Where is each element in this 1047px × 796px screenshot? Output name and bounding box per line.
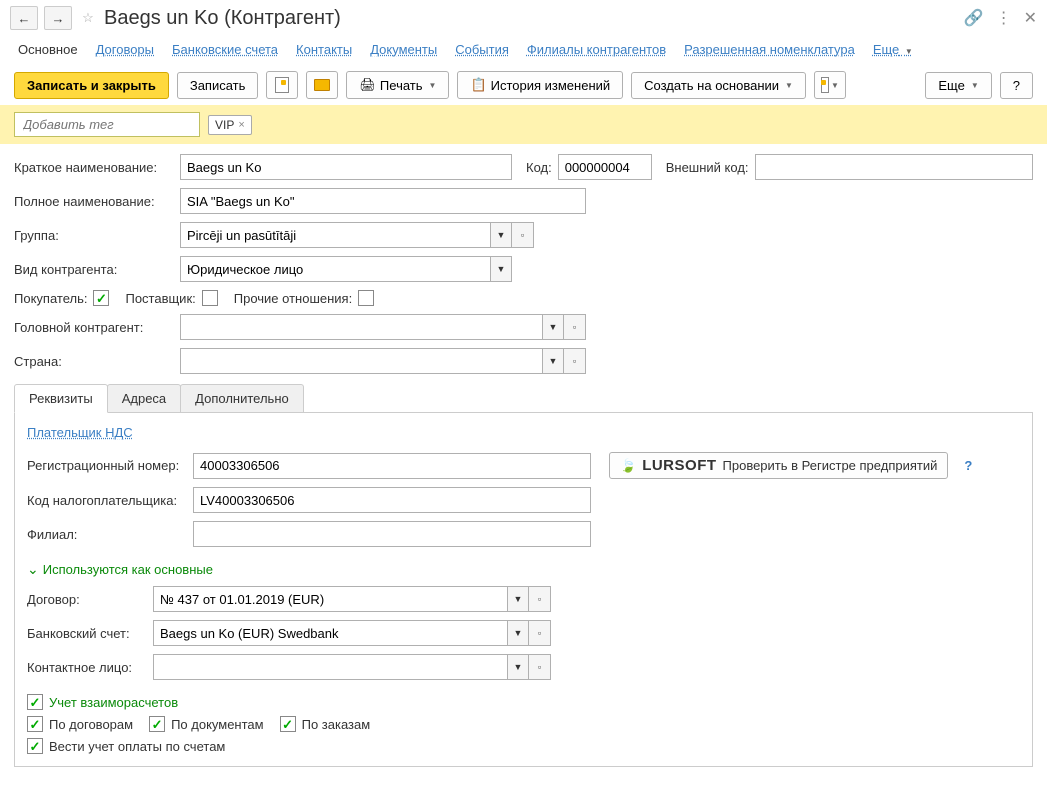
vat-link[interactable]: Плательщик НДС	[27, 425, 133, 440]
dropdown-icon[interactable]: ▼	[542, 348, 564, 374]
buyer-label: Покупатель:	[14, 291, 87, 306]
dropdown-icon[interactable]: ▼	[507, 654, 529, 680]
open-icon[interactable]: ▫	[529, 620, 551, 646]
tab-contracts[interactable]: Договоры	[96, 42, 154, 57]
head-input[interactable]	[180, 314, 542, 340]
open-icon[interactable]: ▫	[529, 654, 551, 680]
tax-input[interactable]	[193, 487, 591, 513]
menu-dots-icon[interactable]: ⋮	[996, 8, 1012, 28]
open-icon[interactable]: ▫	[529, 586, 551, 612]
short-name-input[interactable]	[180, 154, 512, 180]
close-icon[interactable]: ✕	[1024, 8, 1037, 28]
subtab-additional[interactable]: Дополнительно	[180, 384, 304, 412]
dropdown-icon[interactable]: ▼	[507, 620, 529, 646]
by-orders-checkbox[interactable]	[280, 716, 296, 732]
open-icon[interactable]: ▫	[564, 314, 586, 340]
subtab-requisites[interactable]: Реквизиты	[14, 384, 108, 413]
buyer-checkbox[interactable]	[93, 290, 109, 306]
settlements-checkbox[interactable]	[27, 694, 43, 710]
branch-label: Филиал:	[27, 527, 187, 542]
print-button[interactable]: 🖨 Печать ▼	[346, 71, 449, 99]
tab-events[interactable]: События	[455, 42, 509, 57]
document-icon	[275, 77, 289, 93]
help-icon[interactable]: ?	[964, 458, 972, 473]
group-input[interactable]	[180, 222, 490, 248]
by-contracts-checkbox[interactable]	[27, 716, 43, 732]
other-label: Прочие отношения:	[234, 291, 352, 306]
doc-icon-button[interactable]	[266, 71, 298, 99]
dropdown-icon[interactable]: ▼	[490, 256, 512, 282]
country-label: Страна:	[14, 354, 174, 369]
tag-chip[interactable]: VIP×	[208, 115, 252, 135]
save-close-button[interactable]: Записать и закрыть	[14, 72, 169, 99]
by-invoices-label: Вести учет оплаты по счетам	[49, 739, 225, 754]
tab-bank[interactable]: Банковские счета	[172, 42, 278, 57]
full-name-label: Полное наименование:	[14, 194, 174, 209]
favorite-star-icon[interactable]: ☆	[78, 8, 98, 28]
open-icon[interactable]: ▫	[564, 348, 586, 374]
by-docs-checkbox[interactable]	[149, 716, 165, 732]
by-docs-label: По документам	[171, 717, 264, 732]
short-name-label: Краткое наименование:	[14, 160, 174, 175]
by-orders-label: По заказам	[302, 717, 371, 732]
lursoft-button[interactable]: 🍃 LURSOFT Проверить в Регистре предприят…	[609, 452, 948, 479]
full-name-input[interactable]	[180, 188, 586, 214]
forward-button[interactable]: →	[44, 6, 72, 30]
subtab-addresses[interactable]: Адреса	[107, 384, 181, 412]
dropdown-icon[interactable]: ▼	[490, 222, 512, 248]
tab-contacts[interactable]: Контакты	[296, 42, 352, 57]
ext-code-label: Внешний код:	[666, 160, 749, 175]
country-input[interactable]	[180, 348, 542, 374]
defaults-section-header[interactable]: Используются как основные	[27, 561, 1020, 578]
help-button[interactable]: ?	[1000, 72, 1033, 99]
back-button[interactable]: ←	[10, 6, 38, 30]
mail-icon-button[interactable]	[306, 71, 338, 99]
type-label: Вид контрагента:	[14, 262, 174, 277]
open-icon[interactable]: ▫	[512, 222, 534, 248]
more-button[interactable]: Еще ▼	[925, 72, 991, 99]
contract-input[interactable]	[153, 586, 507, 612]
supplier-label: Поставщик:	[125, 291, 195, 306]
contact-input[interactable]	[153, 654, 507, 680]
settlements-header: Учет взаиморасчетов	[49, 695, 178, 710]
branch-input[interactable]	[193, 521, 591, 547]
lursoft-logo-text: LURSOFT	[642, 457, 716, 474]
bank-label: Банковский счет:	[27, 626, 147, 641]
reg-label: Регистрационный номер:	[27, 458, 187, 473]
dropdown-icon[interactable]: ▼	[542, 314, 564, 340]
bank-input[interactable]	[153, 620, 507, 646]
contact-label: Контактное лицо:	[27, 660, 147, 675]
tab-main[interactable]: Основное	[18, 42, 78, 57]
by-contracts-label: По договорам	[49, 717, 133, 732]
nav-more[interactable]: Еще ▼	[873, 42, 913, 57]
tag-remove-icon[interactable]: ×	[238, 119, 244, 131]
reg-input[interactable]	[193, 453, 591, 479]
type-input[interactable]	[180, 256, 490, 282]
head-label: Головной контрагент:	[14, 320, 174, 335]
by-invoices-checkbox[interactable]	[27, 738, 43, 754]
envelope-icon	[314, 79, 330, 91]
history-button[interactable]: 📋 История изменений	[457, 71, 623, 99]
code-label: Код:	[526, 160, 552, 175]
tax-label: Код налогоплательщика:	[27, 493, 187, 508]
other-checkbox[interactable]	[358, 290, 374, 306]
code-input[interactable]	[558, 154, 652, 180]
supplier-checkbox[interactable]	[202, 290, 218, 306]
dropdown-icon[interactable]: ▼	[507, 586, 529, 612]
extra-icon-button[interactable]: ▼	[814, 71, 846, 99]
document-icon	[821, 77, 829, 93]
page-title: Baegs un Ko (Контрагент)	[104, 7, 341, 30]
lursoft-logo-icon: 🍃	[620, 458, 636, 474]
tab-documents[interactable]: Документы	[370, 42, 437, 57]
contract-label: Договор:	[27, 592, 147, 607]
create-basis-button[interactable]: Создать на основании ▼	[631, 72, 806, 99]
link-icon[interactable]: 🔗	[964, 8, 984, 28]
save-button[interactable]: Записать	[177, 72, 259, 99]
group-label: Группа:	[14, 228, 174, 243]
tab-branches[interactable]: Филиалы контрагентов	[527, 42, 666, 57]
tab-nomenclature[interactable]: Разрешенная номенклатура	[684, 42, 855, 57]
ext-code-input[interactable]	[755, 154, 1033, 180]
nav-tabs: Основное Договоры Банковские счета Конта…	[0, 36, 1047, 65]
tag-input[interactable]	[14, 112, 200, 137]
